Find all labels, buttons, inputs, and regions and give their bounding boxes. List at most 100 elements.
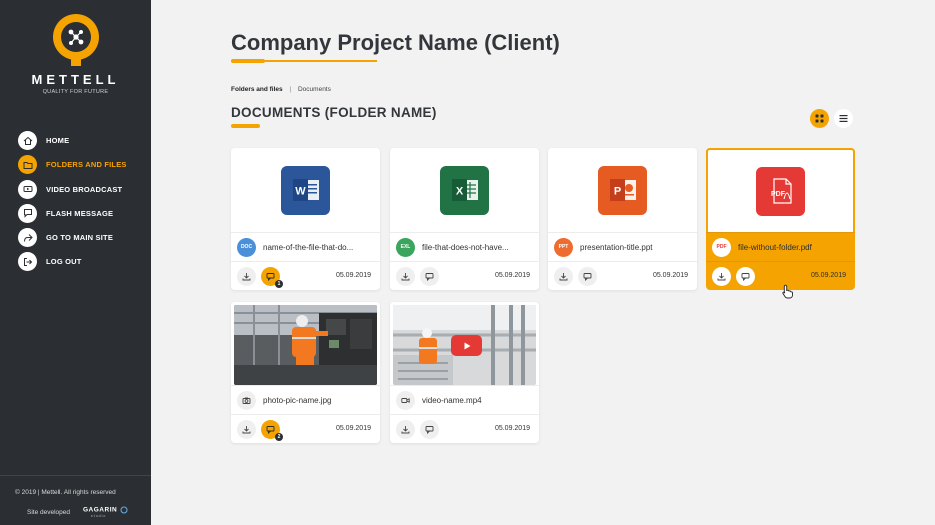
download-icon — [559, 272, 568, 280]
file-date: 05.09.2019 — [652, 272, 688, 279]
folder-icon — [18, 155, 37, 175]
file-date: 05.09.2019 — [335, 425, 371, 432]
download-icon — [401, 272, 410, 280]
sidebar-item-folders-and-files[interactable]: FOLDERS AND FILES — [18, 155, 127, 175]
file-card-xls[interactable]: X EXL file-that-does-not-have... 05.09.2… — [390, 148, 539, 290]
logo-mark-icon — [52, 14, 99, 66]
word-document-icon: W — [281, 165, 330, 215]
developer-logo[interactable]: GAGARIN studio — [83, 506, 128, 518]
site-developed-label: Site developed — [27, 509, 71, 516]
section-underline — [231, 124, 260, 128]
svg-text:X: X — [455, 186, 463, 198]
message-count-badge: 1 — [275, 279, 283, 288]
file-card-video[interactable]: video-name.mp4 05.09.2019 — [390, 302, 539, 443]
title-underline — [231, 59, 377, 63]
file-date: 05.09.2019 — [335, 272, 371, 279]
file-name: photo-pic-name.jpg — [263, 395, 332, 405]
messages-button[interactable] — [420, 419, 439, 439]
copyright-text: © 2019 | Mettell. All rights reserved — [15, 489, 116, 496]
download-button[interactable] — [237, 419, 256, 439]
video-camera-icon — [396, 390, 415, 410]
file-name: file-that-does-not-have... — [422, 242, 509, 252]
file-date: 05.09.2019 — [494, 425, 530, 432]
file-thumbnail: X — [390, 148, 539, 232]
list-view-button[interactable] — [834, 109, 853, 128]
camera-icon — [237, 390, 256, 410]
sidebar-item-label: LOG OUT — [46, 257, 82, 267]
message-icon — [425, 272, 434, 281]
brand-tagline: QUALITY FOR FUTURE — [42, 89, 109, 95]
download-button[interactable] — [396, 266, 415, 286]
sidebar-item-video-broadcast[interactable]: VIDEO BROADCAST — [18, 179, 127, 199]
breadcrumb-root-link[interactable]: Folders and files — [231, 86, 283, 93]
page-title: Company Project Name (Client) — [231, 30, 560, 55]
download-button[interactable] — [396, 419, 415, 439]
messages-button[interactable] — [578, 266, 597, 286]
sidebar-item-go-to-main-site[interactable]: GO TO MAIN SITE — [18, 228, 127, 248]
play-button[interactable] — [451, 335, 482, 356]
play-icon — [464, 342, 470, 349]
file-name: file-without-folder.pdf — [738, 242, 812, 252]
file-date: 05.09.2019 — [494, 272, 530, 279]
file-actions: 05.09.2019 — [390, 415, 539, 443]
sidebar-item-flash-message[interactable]: FLASH MESSAGE — [18, 203, 127, 223]
file-name-row[interactable]: EXL file-that-does-not-have... — [390, 232, 539, 262]
file-name-row[interactable]: PDF file-without-folder.pdf — [706, 232, 855, 262]
message-icon — [583, 272, 592, 281]
file-type-badge: DOC — [237, 237, 256, 257]
section-title: DOCUMENTS (FOLDER NAME) — [231, 105, 437, 120]
download-icon — [242, 272, 251, 280]
breadcrumb: Folders and files | Documents — [231, 86, 331, 93]
photo-thumbnail — [234, 305, 377, 385]
breadcrumb-current: Documents — [297, 86, 331, 93]
svg-text:W: W — [295, 186, 306, 198]
file-actions: 05.09.2019 — [390, 262, 539, 290]
sidebar-item-label: FOLDERS AND FILES — [46, 160, 127, 170]
file-type-badge: PDF — [712, 237, 731, 257]
message-count-badge: 2 — [275, 432, 283, 441]
pdf-document-icon: PDF — [756, 166, 805, 216]
sidebar-item-log-out[interactable]: LOG OUT — [18, 252, 127, 272]
message-icon — [18, 203, 37, 223]
file-name: presentation-title.ppt — [580, 242, 653, 252]
sidebar-item-home[interactable]: HOME — [18, 131, 127, 150]
message-icon — [266, 272, 275, 281]
file-name-row[interactable]: photo-pic-name.jpg — [231, 385, 380, 415]
download-button[interactable] — [237, 266, 256, 286]
sidebar: METTELL QUALITY FOR FUTURE HOME FOLDERS … — [0, 0, 151, 525]
messages-button[interactable] — [736, 266, 755, 286]
download-icon — [717, 272, 726, 280]
sidebar-item-label: HOME — [46, 136, 70, 145]
download-icon — [242, 425, 251, 433]
file-name-row[interactable]: PPT presentation-title.ppt — [548, 232, 697, 262]
developer-logo-icon — [120, 506, 128, 514]
file-name-row[interactable]: DOC name-of-the-file-that-do... — [231, 232, 380, 262]
messages-button[interactable]: 1 — [261, 266, 283, 288]
svg-text:PDF: PDF — [771, 191, 786, 198]
file-name-row[interactable]: video-name.mp4 — [390, 385, 539, 415]
file-actions: 05.09.2019 — [706, 262, 855, 290]
sidebar-footer: © 2019 | Mettell. All rights reserved Si… — [0, 475, 151, 525]
home-icon — [18, 131, 37, 150]
message-icon — [266, 425, 275, 434]
developer-sub: studio — [91, 514, 107, 518]
file-card-ppt[interactable]: P PPT presentation-title.ppt 05.09.2019 — [548, 148, 697, 290]
industrial-photo-image — [234, 305, 377, 385]
download-button[interactable] — [554, 266, 573, 286]
messages-button[interactable]: 2 — [261, 419, 283, 441]
hand-cursor-icon — [782, 284, 793, 299]
share-arrow-icon — [18, 228, 37, 248]
download-button[interactable] — [712, 266, 731, 286]
file-actions: 05.09.2019 — [548, 262, 697, 290]
file-thumbnail: PDF — [706, 148, 855, 232]
logo[interactable]: METTELL QUALITY FOR FUTURE — [0, 14, 151, 95]
grid-view-icon — [815, 114, 824, 123]
file-card-pdf[interactable]: PDF PDF file-without-folder.pdf 05.09.20… — [706, 148, 855, 290]
file-date: 05.09.2019 — [810, 272, 846, 279]
file-card-photo[interactable]: photo-pic-name.jpg 2 05.09.2019 — [231, 302, 380, 443]
file-card-doc[interactable]: W DOC name-of-the-file-that-do... 1 05.0… — [231, 148, 380, 290]
video-thumbnail[interactable] — [393, 305, 536, 385]
file-thumbnail: W — [231, 148, 380, 232]
messages-button[interactable] — [420, 266, 439, 286]
grid-view-button[interactable] — [810, 109, 829, 128]
